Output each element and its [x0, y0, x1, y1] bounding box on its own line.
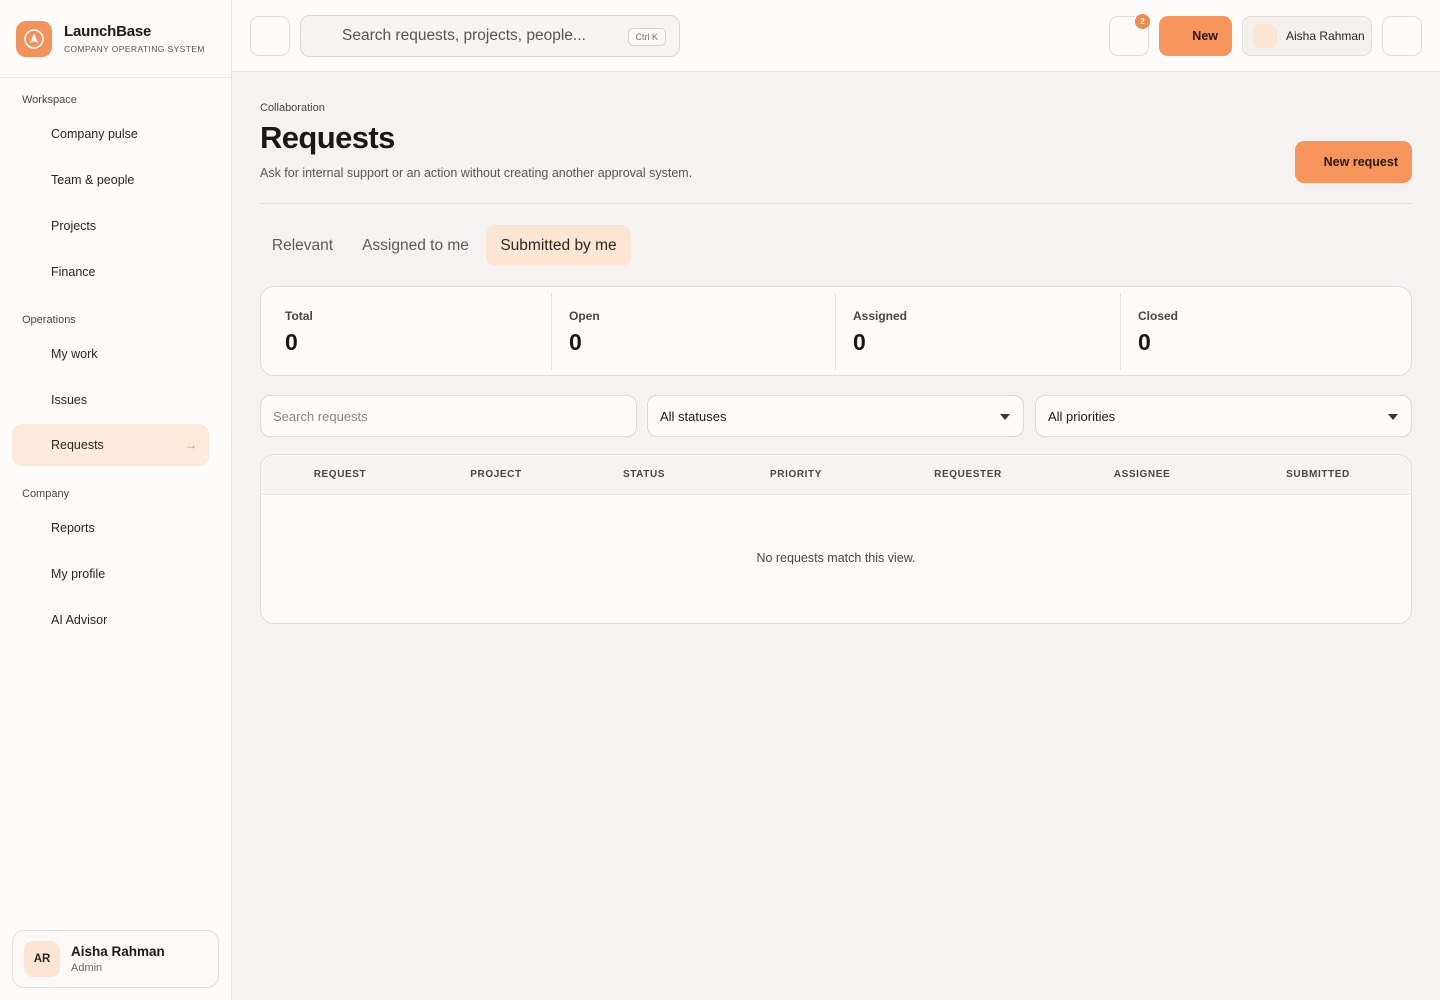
avatar — [1253, 24, 1277, 48]
tab-submitted-by-me[interactable]: Submitted by me — [486, 225, 631, 266]
topbar: Search requests, projects, people... Ctr… — [232, 0, 1440, 72]
sidebar: LaunchBase COMPANY OPERATING SYSTEM Work… — [0, 0, 232, 1000]
status-filter-value: All statuses — [660, 408, 727, 424]
sidebar-item-my-work[interactable]: My work — [12, 333, 209, 375]
sidebar-item-requests[interactable]: Requests → — [12, 424, 209, 466]
empty-state-message: No requests match this view. — [756, 551, 916, 565]
brand-subtitle: COMPANY OPERATING SYSTEM — [64, 44, 205, 54]
sidebar-item-label: Finance — [51, 265, 96, 279]
priority-filter-select[interactable]: All priorities — [1035, 395, 1412, 437]
sidebar-item-label: Reports — [51, 521, 95, 535]
page-description: Ask for internal support or an action wi… — [260, 166, 693, 180]
column-header-requester[interactable]: REQUESTER — [877, 469, 1059, 480]
tab-relevant[interactable]: Relevant — [260, 225, 345, 266]
stat-label: Total — [285, 309, 313, 323]
stats-panel: Total 0 Open 0 Assigned 0 Closed 0 — [260, 286, 1412, 376]
stat-label: Open — [569, 309, 600, 323]
sidebar-user-card[interactable]: AR Aisha Rahman Admin — [12, 930, 219, 988]
stat-assigned: Assigned 0 — [835, 287, 1120, 375]
priority-filter-value: All priorities — [1048, 408, 1116, 424]
nav-section-company: Company — [22, 488, 70, 500]
table-header: REQUEST PROJECT STATUS PRIORITY REQUESTE… — [261, 455, 1411, 495]
stat-value: 0 — [853, 329, 866, 355]
sidebar-item-label: Requests — [51, 438, 104, 452]
rocket-logo-icon — [16, 20, 52, 57]
sidebar-item-issues[interactable]: Issues — [12, 379, 209, 421]
sidebar-item-projects[interactable]: Projects — [12, 205, 209, 247]
stat-total: Total 0 — [261, 287, 551, 375]
divider — [260, 203, 1412, 204]
stat-value: 0 — [1138, 329, 1151, 355]
column-header-status[interactable]: STATUS — [573, 469, 715, 480]
chevron-down-icon — [1000, 414, 1010, 420]
profile-name: Aisha Rahman — [1286, 29, 1365, 43]
arrow-right-icon: → — [185, 438, 197, 452]
brand[interactable]: LaunchBase COMPANY OPERATING SYSTEM — [0, 0, 231, 78]
sidebar-item-label: Issues — [51, 393, 88, 407]
new-button[interactable]: New — [1159, 16, 1232, 56]
search-placeholder: Search requests, projects, people... — [342, 27, 586, 44]
user-name: Aisha Rahman — [71, 944, 165, 959]
stat-value: 0 — [569, 329, 582, 355]
chevron-down-icon — [1388, 414, 1398, 420]
new-request-button[interactable]: New request — [1295, 141, 1412, 183]
page-title: Requests — [260, 120, 395, 155]
tab-assigned-to-me[interactable]: Assigned to me — [351, 225, 480, 266]
search-requests-input[interactable] — [260, 395, 637, 437]
stat-open: Open 0 — [551, 287, 835, 375]
sidebar-item-label: AI Advisor — [51, 613, 108, 627]
stat-value: 0 — [285, 329, 298, 355]
sidebar-item-label: Projects — [51, 219, 97, 233]
sidebar-item-ai-advisor[interactable]: AI Advisor — [12, 599, 209, 641]
sidebar-item-my-profile[interactable]: My profile — [12, 553, 209, 595]
sidebar-item-label: Company pulse — [51, 127, 138, 141]
column-header-request[interactable]: REQUEST — [261, 469, 419, 480]
stat-label: Assigned — [853, 309, 908, 323]
sidebar-item-label: Team & people — [51, 173, 135, 187]
search-shortcut: Ctrl K — [627, 28, 666, 46]
avatar: AR — [24, 941, 60, 977]
sidebar-item-company-pulse[interactable]: Company pulse — [12, 113, 209, 155]
notification-badge: 2 — [1135, 14, 1150, 29]
nav-section-workspace: Workspace — [22, 94, 77, 106]
status-filter-select[interactable]: All statuses — [647, 395, 1024, 437]
column-header-assignee[interactable]: ASSIGNEE — [1059, 469, 1225, 480]
brand-name: LaunchBase — [64, 23, 152, 40]
column-header-project[interactable]: PROJECT — [419, 469, 573, 480]
user-role: Admin — [71, 962, 103, 974]
sidebar-item-finance[interactable]: Finance — [12, 251, 209, 293]
sidebar-item-team-people[interactable]: Team & people — [12, 159, 209, 201]
settings-button[interactable] — [1382, 16, 1422, 56]
sidebar-item-label: My profile — [51, 567, 106, 581]
column-header-submitted[interactable]: SUBMITTED — [1225, 469, 1411, 480]
requests-table: REQUEST PROJECT STATUS PRIORITY REQUESTE… — [260, 454, 1412, 624]
menu-toggle-button[interactable] — [250, 16, 290, 56]
column-header-priority[interactable]: PRIORITY — [715, 469, 877, 480]
sidebar-item-reports[interactable]: Reports — [12, 507, 209, 549]
stat-label: Closed — [1138, 309, 1179, 323]
breadcrumb: Collaboration — [260, 102, 325, 114]
global-search-input[interactable]: Search requests, projects, people... Ctr… — [300, 15, 680, 57]
sidebar-item-label: My work — [51, 347, 98, 361]
stat-closed: Closed 0 — [1120, 287, 1411, 375]
profile-menu-button[interactable]: Aisha Rahman — [1242, 16, 1372, 56]
nav-section-operations: Operations — [22, 314, 76, 326]
